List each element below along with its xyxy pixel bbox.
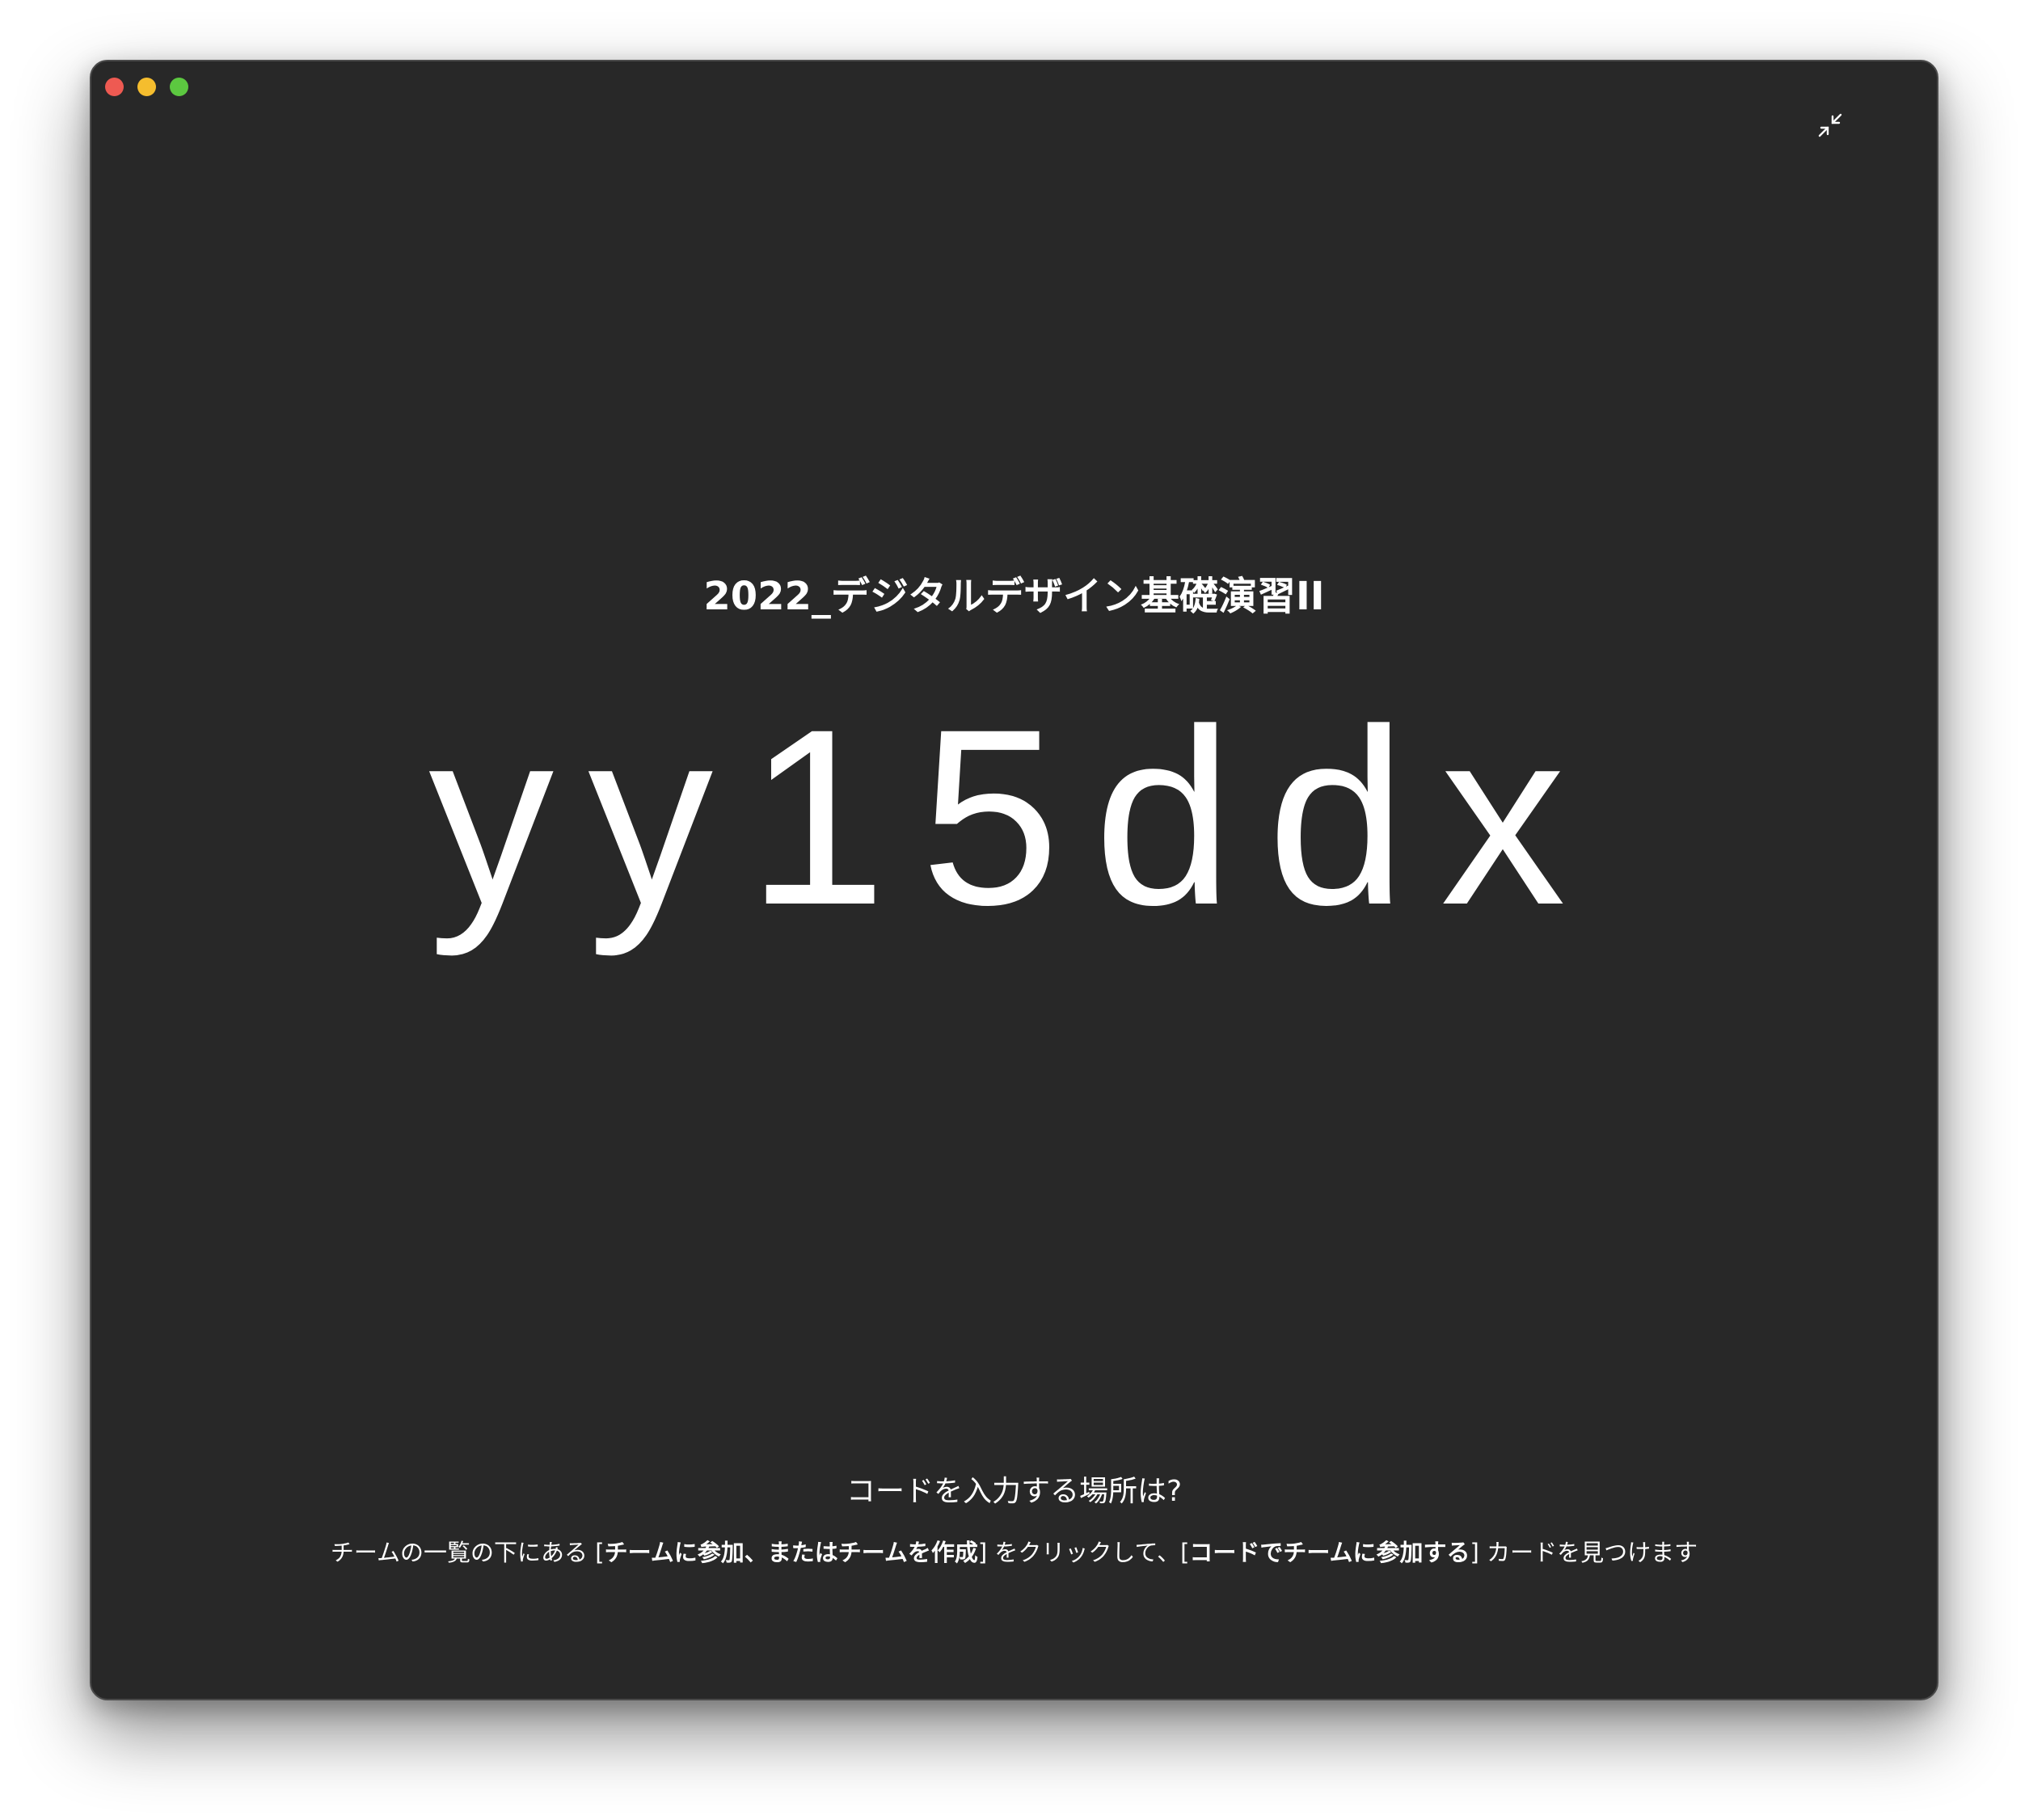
join-code: yy15ddx (428, 676, 1600, 957)
team-name-title: 2022_デジタルデザイン基礎演習II (703, 574, 1325, 619)
instruction-join-create-label: チームに参加、またはチームを作成 (604, 1539, 978, 1566)
window-controls (105, 78, 188, 96)
collapse-arrows-icon[interactable] (1813, 108, 1849, 144)
instruction-text-2: ] をクリックして、[ (977, 1539, 1190, 1566)
help-instruction: チームの一覧の下にある [チームに参加、またはチームを作成] をクリックして、[… (91, 1534, 1937, 1568)
close-window-button[interactable] (105, 78, 124, 96)
instruction-join-with-code-label: コードでチームに参加する (1189, 1539, 1470, 1566)
help-question: コードを入力する場所は? (846, 1475, 1183, 1508)
instruction-text-1: チームの一覧の下にある [ (330, 1539, 605, 1566)
instruction-text-3: ] カードを見つけます (1470, 1539, 1698, 1566)
zoom-window-button[interactable] (170, 78, 188, 96)
app-window: 2022_デジタルデザイン基礎演習II yy15ddx コードを入力する場所は?… (90, 60, 1938, 1700)
minimize-window-button[interactable] (137, 78, 156, 96)
